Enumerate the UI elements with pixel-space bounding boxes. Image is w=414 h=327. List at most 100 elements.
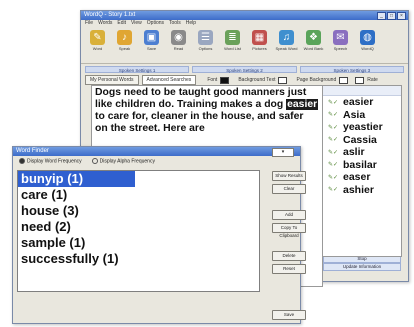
options-row: My Personal Words Advanced Searches Font…: [81, 73, 408, 85]
save-button[interactable]: Save: [272, 310, 306, 320]
frequency-options: Display Word Frequency Display Alpha Fre…: [13, 148, 300, 167]
background-text-label: Background Text: [238, 77, 276, 83]
pictures-icon: ▦: [252, 30, 267, 45]
spoken-settings-2[interactable]: Spoken Settings 2: [192, 66, 297, 73]
prediction-word: easer: [343, 171, 371, 184]
prediction-word: basilar: [343, 158, 377, 171]
copy-to-clipboard-button[interactable]: Copy To Clipboard: [272, 223, 306, 238]
radio-alpha-frequency[interactable]: Display Alpha Frequency: [91, 158, 155, 165]
add-button[interactable]: Add: [272, 210, 306, 220]
word-list-item[interactable]: successfully (1): [18, 251, 259, 267]
close-button[interactable]: ×: [397, 12, 406, 20]
globe-icon: ◍: [360, 30, 375, 45]
word-list-item[interactable]: need (2): [18, 219, 259, 235]
speaker-icon: ♪: [117, 30, 132, 45]
toolbar-button-label: Speech: [333, 46, 348, 51]
font-label: Font: [207, 77, 218, 83]
prediction-word: easier: [343, 96, 374, 109]
speak-word-icon: ♫: [279, 30, 294, 45]
update-information-bar: Update Information: [323, 263, 401, 271]
toolbar-button-pictures[interactable]: ▦ Pictures: [247, 27, 272, 51]
toolbar-button-label: Speak: [118, 46, 131, 51]
radio-off-icon: [91, 158, 98, 165]
save-icon: ▣: [144, 30, 159, 45]
prediction-item[interactable]: ✎✓ yeastier: [323, 121, 401, 134]
check-mark-icon: ✎✓: [327, 124, 339, 131]
check-mark-icon: ✎✓: [327, 112, 339, 119]
prediction-item[interactable]: ✎✓ ashier: [323, 184, 401, 197]
background-text-swatch[interactable]: [278, 76, 288, 84]
toolbar-button-word-bank[interactable]: ❖ Word Bank: [301, 27, 326, 51]
prediction-item[interactable]: ✎✓ Cassia: [323, 134, 401, 147]
options-dropdown[interactable]: ▾: [272, 148, 294, 157]
check-mark-icon: ✎✓: [327, 162, 339, 169]
document-paragraph: Dogs need to be taught good manners just…: [95, 87, 319, 135]
prediction-item[interactable]: ✎✓ Asia: [323, 109, 401, 122]
prediction-list-header: [323, 86, 401, 96]
prediction-item[interactable]: ✎✓ aslir: [323, 146, 401, 159]
menu-edit[interactable]: Edit: [117, 20, 126, 27]
word-list-item[interactable]: house (3): [18, 203, 259, 219]
toolbar-button-wordq[interactable]: ◍ WordQ: [355, 27, 380, 51]
toolbar-button-label: WordQ: [361, 46, 374, 51]
rate-checkbox[interactable]: [355, 76, 365, 84]
prediction-item[interactable]: ✎✓ basilar: [323, 159, 401, 172]
pencil-icon: ✎: [90, 30, 105, 45]
toolbar-button-label: Word List: [224, 46, 241, 51]
document-text-after: to care for, cleaner in the house, and s…: [95, 111, 304, 134]
menu-words[interactable]: Words: [98, 20, 112, 27]
menu-options[interactable]: Options: [147, 20, 164, 27]
show-results-button[interactable]: Show Results: [272, 171, 306, 181]
read-icon: ◉: [171, 30, 186, 45]
highlighted-word[interactable]: easier: [286, 99, 319, 110]
spoken-settings-3[interactable]: Spoken Settings 3: [299, 66, 404, 73]
menu-file[interactable]: File: [85, 20, 93, 27]
menu-tools[interactable]: Tools: [169, 20, 181, 27]
reset-button[interactable]: Reset: [272, 264, 306, 274]
prediction-word: yeastier: [343, 121, 383, 134]
prediction-item[interactable]: ✎✓ easer: [323, 171, 401, 184]
word-prediction-list: ✎✓ easier ✎✓ Asia ✎✓ yeastier ✎✓ Cassia ✎✓ aslir ✎…: [322, 85, 402, 257]
check-mark-icon: ✎✓: [327, 149, 339, 156]
toolbar-button-word-list[interactable]: ≣ Word List: [220, 27, 245, 51]
toolbar-button-word[interactable]: ✎ Word: [85, 27, 110, 51]
toolbar-button-speak-word[interactable]: ♫ Speak Word: [274, 27, 299, 51]
options-icon: ☰: [198, 30, 213, 45]
minimize-button[interactable]: _: [377, 12, 386, 20]
delete-button[interactable]: Delete: [272, 251, 306, 261]
check-mark-icon: ✎✓: [327, 187, 339, 194]
word-list-item[interactable]: care (1): [18, 187, 259, 203]
toolbar-button-save[interactable]: ▣ Save: [139, 27, 164, 51]
dialog-title: Word Finder: [16, 148, 49, 154]
radio-word-frequency[interactable]: Display Word Frequency: [19, 158, 82, 165]
maximize-button[interactable]: □: [387, 12, 396, 20]
clear-button[interactable]: Clear: [272, 184, 306, 194]
word-frequency-list[interactable]: bunyip (1) care (1) house (3) need (2) sampl…: [17, 170, 260, 292]
prediction-word: ashier: [343, 183, 374, 196]
tab-personal-words[interactable]: My Personal Words: [85, 75, 139, 85]
word-list-item[interactable]: bunyip (1): [18, 171, 135, 187]
menu-help[interactable]: Help: [186, 20, 196, 27]
word-finder-dialog: Word Finder Display Word Frequency Displ…: [12, 146, 306, 324]
prediction-word: aslir: [343, 146, 365, 159]
spoken-settings-groups: Spoken Settings 1 Spoken Settings 2 Spok…: [81, 66, 408, 73]
toolbar-button-speech[interactable]: ✉ Speech: [328, 27, 353, 51]
toolbar-button-speak[interactable]: ♪ Speak: [112, 27, 137, 51]
page-background-swatch[interactable]: [339, 76, 349, 84]
main-title-bar[interactable]: WordQ - Story 1.txt _ □ ×: [81, 11, 408, 20]
check-mark-icon: ✎✓: [327, 174, 339, 181]
toolbar-button-options[interactable]: ☰ Options: [193, 27, 218, 51]
toolbar-button-read[interactable]: ◉ Read: [166, 27, 191, 51]
toolbar-button-label: Options: [198, 46, 213, 51]
prediction-item[interactable]: ✎✓ easier: [323, 96, 401, 109]
toolbar: ✎ Word ♪ Speak ▣ Save ◉ Read ☰ Options ≣ Word List ▦…: [81, 27, 408, 64]
toolbar-button-label: Word: [92, 46, 103, 51]
font-color-swatch[interactable]: [220, 76, 230, 84]
tab-advanced-searches[interactable]: Advanced Searches: [141, 75, 197, 85]
word-list-item[interactable]: sample (1): [18, 235, 259, 251]
menu-view[interactable]: View: [131, 20, 142, 27]
dialog-title-bar[interactable]: Word Finder: [13, 147, 300, 156]
spoken-settings-1[interactable]: Spoken Settings 1: [85, 66, 190, 73]
document-text-before: Dogs need to be taught good manners just…: [95, 87, 307, 110]
radio-word-frequency-label: Display Word Frequency: [27, 158, 82, 165]
